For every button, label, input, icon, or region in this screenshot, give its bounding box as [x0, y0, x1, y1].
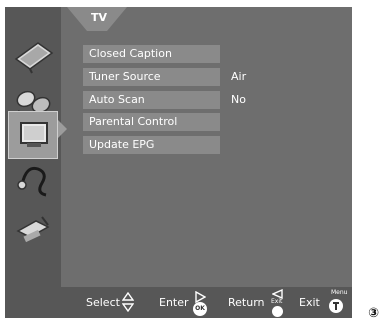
sidebar-item-setup[interactable]	[8, 155, 58, 203]
exit-small-label: Exit	[271, 298, 283, 305]
ok-button-icon: OK	[193, 302, 207, 316]
sidebar-item-tv[interactable]	[8, 111, 58, 159]
up-down-arrows-icon	[122, 292, 134, 312]
auto-scan-value: No	[231, 93, 246, 106]
tools-icon	[16, 216, 50, 243]
tuner-source-value: Air	[231, 70, 247, 83]
exit-hint-label: Exit	[299, 296, 320, 309]
category-sidebar	[5, 7, 67, 318]
return-hint-label: Return	[228, 296, 265, 309]
menu-item-tuner-source[interactable]: Tuner Source	[83, 68, 220, 86]
sidebar-item-picture[interactable]	[8, 29, 58, 77]
step-number-badge: ③	[368, 306, 380, 321]
menu-title: TV	[91, 11, 108, 24]
tv-osd-menu: TV Closed Caption Tuner Source Air Auto …	[5, 7, 352, 318]
sidebar-item-tools[interactable]	[8, 203, 58, 251]
menu-small-label: Menu	[331, 289, 348, 296]
tv-icon	[20, 122, 48, 147]
menu-item-closed-caption[interactable]: Closed Caption	[83, 45, 220, 63]
menu-item-update-epg[interactable]: Update EPG	[83, 136, 220, 154]
menu-item-auto-scan[interactable]: Auto Scan	[83, 91, 220, 109]
menu-button-icon	[329, 299, 343, 313]
setup-cable-icon	[17, 166, 47, 197]
button-hint-bar: Select Enter OK Return Exit Exit Menu	[61, 287, 352, 318]
picture-icon	[14, 42, 54, 74]
selection-pointer	[58, 120, 67, 138]
enter-hint-label: Enter	[159, 296, 189, 309]
menu-item-parental-control[interactable]: Parental Control	[83, 113, 220, 131]
return-button-icon	[272, 306, 283, 317]
menu-header-tab: TV	[67, 7, 127, 31]
select-hint-label: Select	[86, 296, 120, 309]
